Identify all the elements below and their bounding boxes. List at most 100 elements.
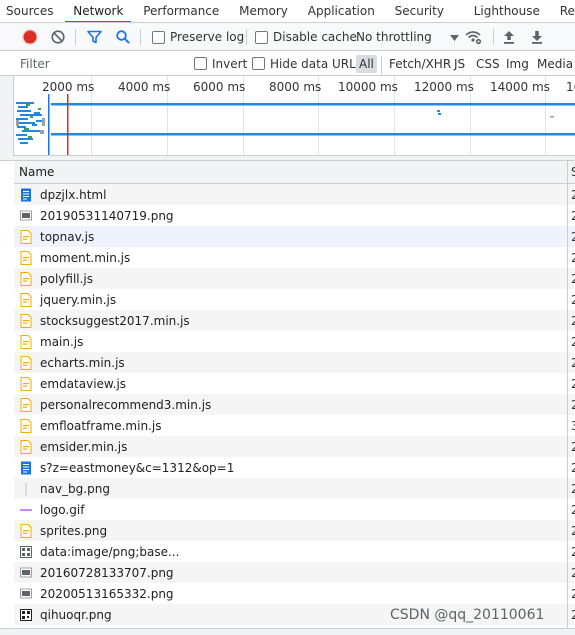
checkbox-box[interactable]: [152, 30, 165, 44]
tab-performance[interactable]: Performance: [135, 0, 227, 22]
table-row[interactable]: moment.min.js 2: [14, 247, 575, 268]
disable-cache-label: Disable cache: [273, 30, 357, 44]
table-row[interactable]: personalrecommend3.min.js 2: [14, 394, 575, 415]
status-cell: 2: [571, 355, 575, 370]
toolbar-divider: [246, 29, 247, 45]
type-fetch-xhr-label: Fetch/XHR: [389, 56, 452, 71]
export-har-icon[interactable]: [530, 23, 544, 50]
throttling-value: No throttling: [356, 30, 432, 44]
script-icon: [19, 229, 33, 244]
request-name: s?z=eastmoney&c=1312&op=1: [40, 460, 235, 475]
network-toolbar: Preserve log Disable cache No throttling: [0, 23, 575, 51]
image-icon: [19, 587, 33, 601]
request-name: data:image/png;base...: [40, 544, 180, 559]
status-cell: 2: [571, 397, 575, 412]
tab-application[interactable]: Application: [300, 0, 383, 22]
table-row[interactable]: logo.gif 2: [14, 499, 575, 520]
toolbar-divider: [140, 29, 141, 45]
throttling-select[interactable]: No throttling: [356, 23, 459, 50]
checkbox-box[interactable]: [255, 30, 268, 44]
status-cell: 2: [571, 376, 575, 391]
request-name: emsider.min.js: [40, 439, 128, 454]
table-row[interactable]: emdataview.js 2: [14, 373, 575, 394]
request-name: logo.gif: [40, 502, 85, 517]
type-filter-css[interactable]: CSS: [473, 51, 503, 75]
qr-icon: [19, 608, 33, 622]
document-icon: [19, 461, 33, 475]
network-conditions-icon[interactable]: [464, 23, 482, 50]
table-row[interactable]: sprites.png 2: [14, 520, 575, 541]
script-icon: [19, 334, 33, 349]
request-name: emfloatframe.min.js: [40, 418, 162, 433]
request-name: emdataview.js: [40, 376, 127, 391]
request-name: 20200513165332.png: [40, 586, 174, 601]
table-row[interactable]: s?z=eastmoney&c=1312&op=1 2: [14, 457, 575, 478]
tab-security[interactable]: Security: [387, 0, 452, 22]
type-media-label: Media: [537, 56, 574, 71]
record-stop-icon[interactable]: [22, 23, 38, 50]
tab-recorder[interactable]: Recorder: [552, 0, 575, 22]
table-row[interactable]: main.js 2: [14, 331, 575, 352]
script-icon: [19, 439, 33, 454]
filter-input-wrap: [20, 51, 170, 75]
table-row[interactable]: emsider.min.js 2: [14, 436, 575, 457]
table-row[interactable]: emfloatframe.min.js 3: [14, 415, 575, 436]
image-thin-icon: [19, 482, 33, 496]
type-filter-img[interactable]: Img: [503, 51, 532, 75]
search-icon[interactable]: [115, 23, 131, 50]
document-icon: [19, 188, 33, 202]
dropdown-arrow-icon: [449, 30, 459, 44]
table-row[interactable]: echarts.min.js 2: [14, 352, 575, 373]
panel-tabs: Sources Network Performance Memory Appli…: [0, 0, 575, 23]
status-cell: 2: [571, 523, 575, 538]
timeline-overview[interactable]: 2000 ms 4000 ms 6000 ms 8000 ms 10000 ms…: [14, 76, 575, 156]
filter-icon[interactable]: [86, 23, 103, 50]
status-cell: 2: [571, 250, 575, 265]
request-name: 20160728133707.png: [40, 565, 174, 580]
status-cell: 2: [571, 271, 575, 286]
column-header-cut[interactable]: S: [571, 165, 575, 179]
import-har-icon[interactable]: [502, 23, 516, 50]
column-header-name[interactable]: Name: [14, 165, 54, 179]
tab-memory[interactable]: Memory: [231, 0, 296, 22]
status-cell: 2: [571, 502, 575, 517]
table-row[interactable]: jquery.min.js 2: [14, 289, 575, 310]
tab-lighthouse[interactable]: Lighthouse: [456, 0, 548, 22]
table-row[interactable]: stocksuggest2017.min.js 2: [14, 310, 575, 331]
script-icon: [19, 292, 33, 307]
table-row[interactable]: 20190531140719.png 2: [14, 205, 575, 226]
waterfall-overview-graph: [16, 94, 575, 155]
tab-sources[interactable]: Sources: [0, 0, 61, 22]
column-divider[interactable]: [567, 161, 568, 635]
request-name: 20190531140719.png: [40, 208, 174, 223]
hide-data-urls-checkbox[interactable]: Hide data URLs: [252, 51, 362, 75]
table-row[interactable]: polyfill.js 2: [14, 268, 575, 289]
type-filter-media[interactable]: Media: [534, 51, 575, 75]
request-name: polyfill.js: [40, 271, 94, 286]
table-row[interactable]: dpzjlx.html 2: [14, 184, 575, 205]
table-row[interactable]: 20200513165332.png 2: [14, 583, 575, 604]
tab-network[interactable]: Network: [65, 0, 132, 22]
table-row[interactable]: 20160728133707.png 2: [14, 562, 575, 583]
checkbox-box[interactable]: [252, 57, 265, 70]
dom-content-loaded-marker: [48, 94, 50, 155]
long-request-bar: [51, 133, 575, 136]
type-filter-js[interactable]: JS: [451, 51, 468, 75]
table-row[interactable]: nav_bg.png 2: [14, 478, 575, 499]
request-name: personalrecommend3.min.js: [40, 397, 212, 412]
script-icon: [19, 418, 33, 433]
preserve-log-checkbox[interactable]: Preserve log: [152, 23, 244, 50]
invert-checkbox[interactable]: Invert: [194, 51, 247, 75]
checkbox-box[interactable]: [194, 57, 207, 70]
request-name: main.js: [40, 334, 84, 349]
type-filter-fetch-xhr[interactable]: Fetch/XHR: [386, 51, 454, 75]
image-icon: [19, 566, 33, 580]
overview-left-gutter: [0, 76, 14, 156]
disable-cache-checkbox[interactable]: Disable cache: [255, 23, 357, 50]
table-row[interactable]: topnav.js 2: [14, 226, 575, 247]
table-row[interactable]: data:image/png;base... 2: [14, 541, 575, 562]
filter-input[interactable]: [20, 53, 170, 74]
type-filter-all[interactable]: All: [356, 51, 377, 75]
clear-icon[interactable]: [50, 23, 66, 50]
request-name: jquery.min.js: [40, 292, 117, 307]
